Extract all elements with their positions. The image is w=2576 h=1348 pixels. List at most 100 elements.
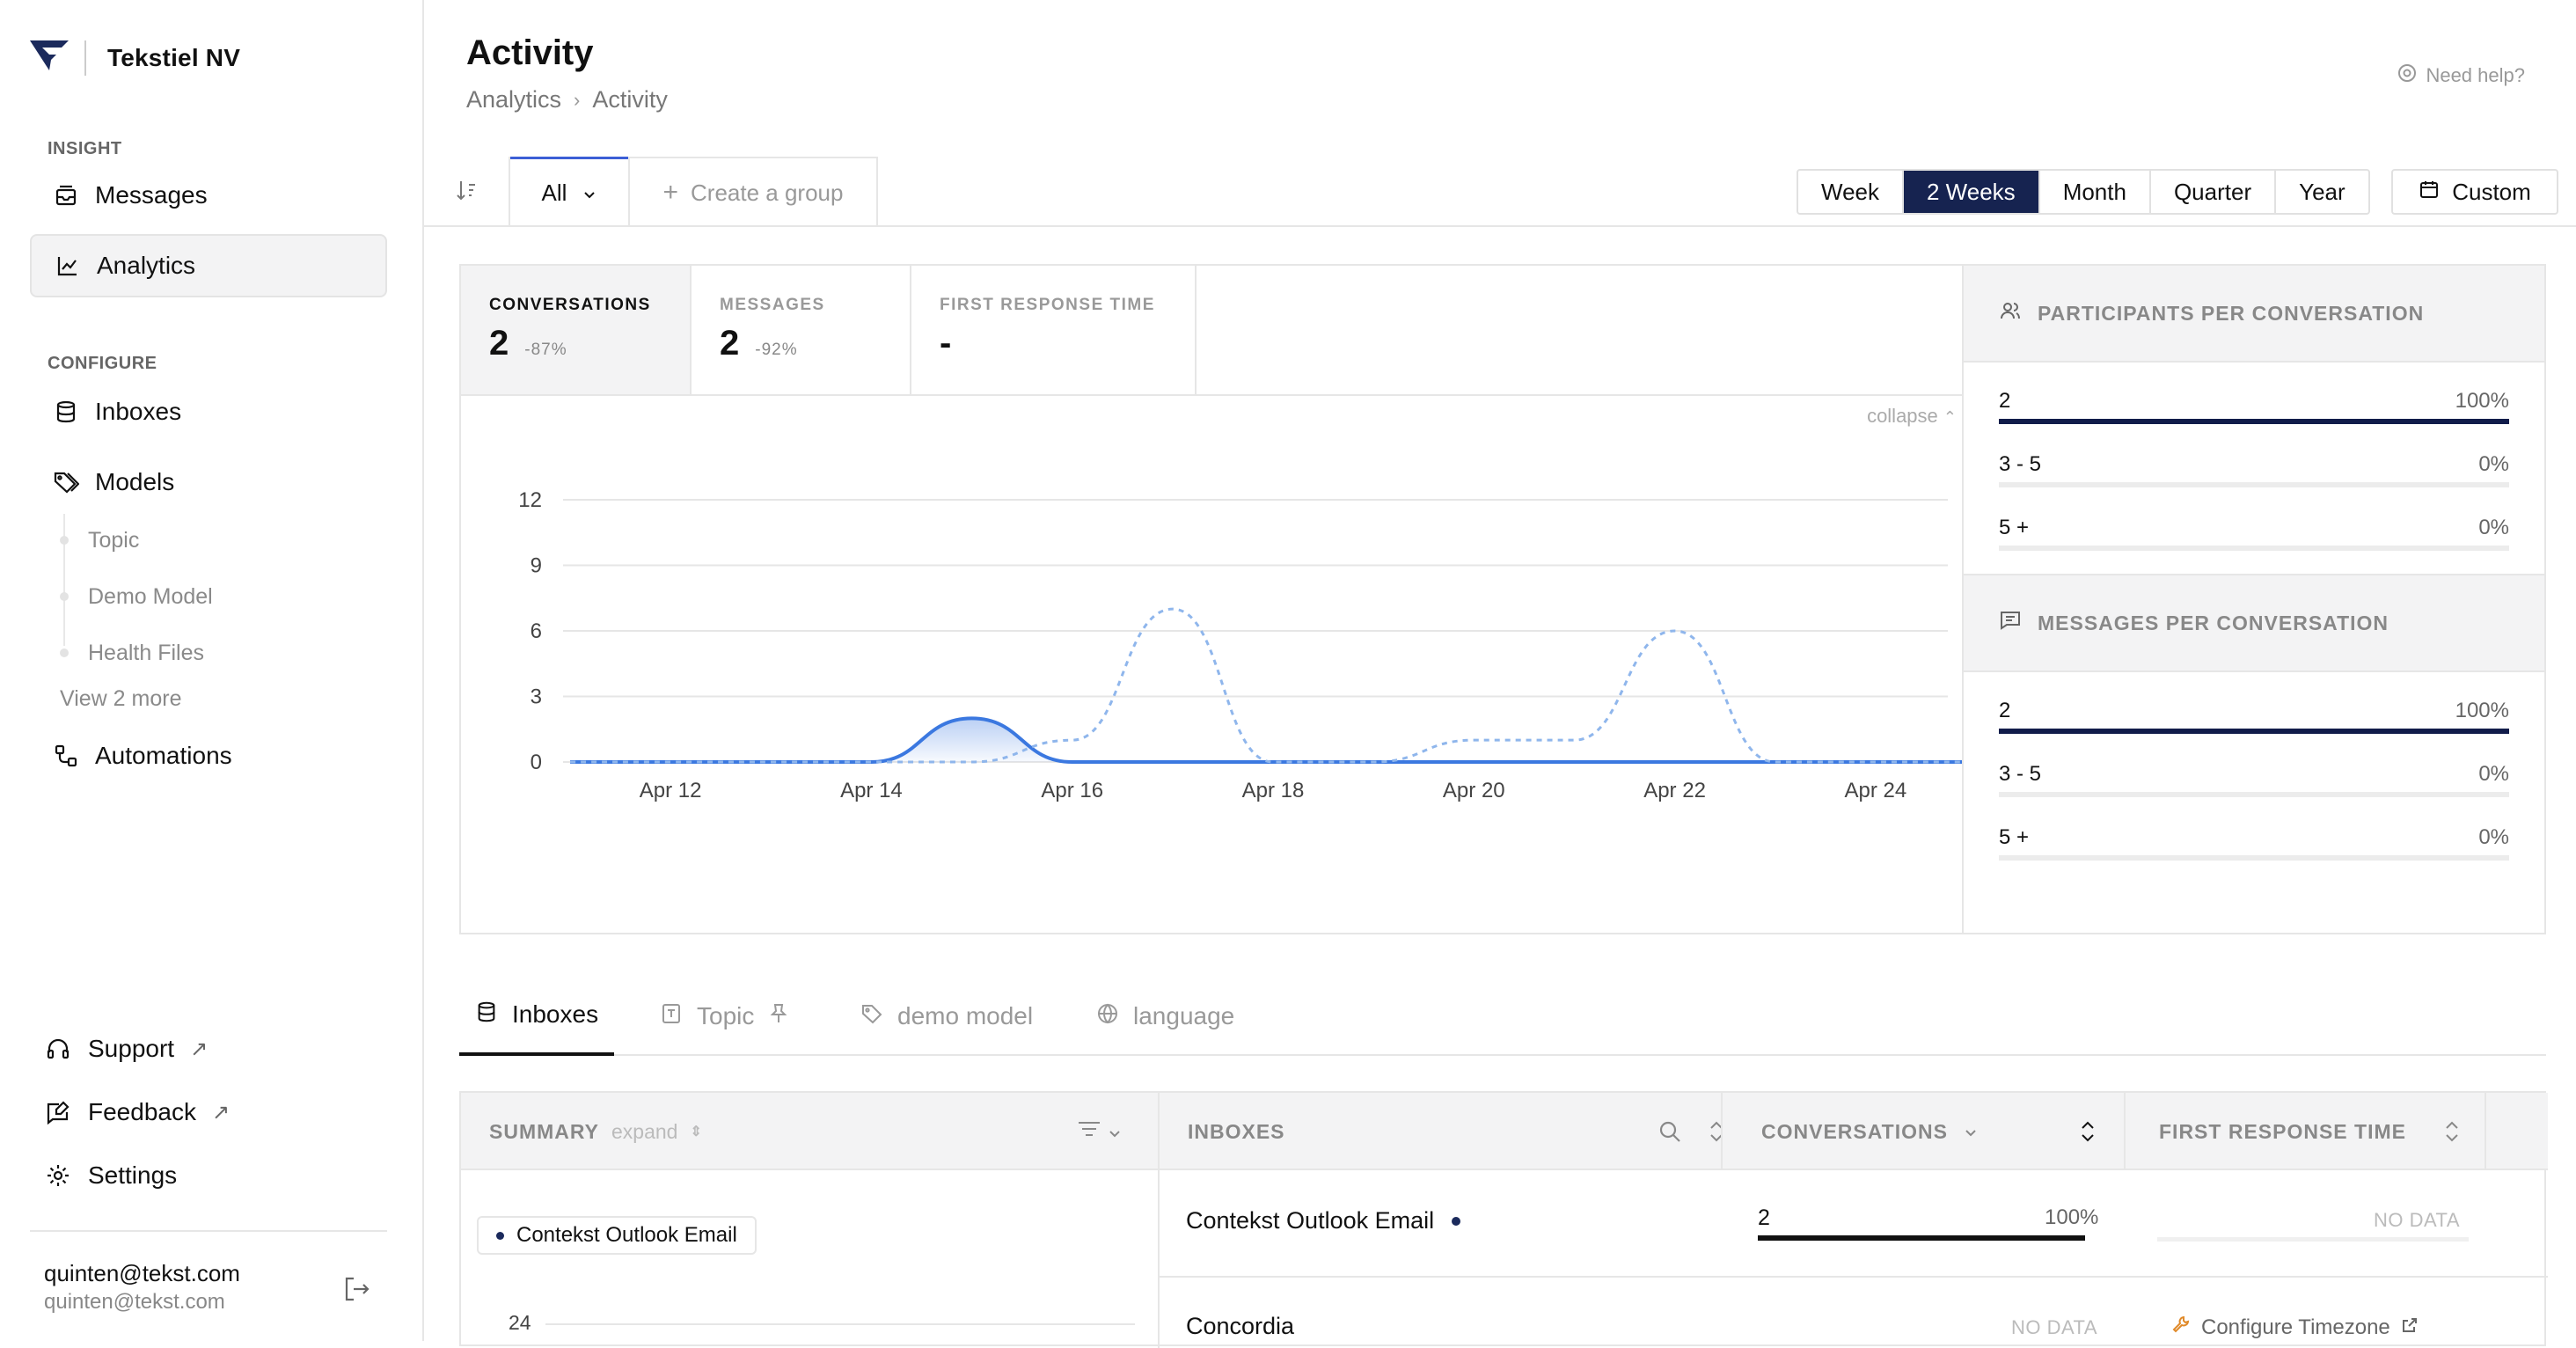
frt-no-data: NO DATA xyxy=(2374,1209,2461,1231)
chevron-down-icon xyxy=(1964,1120,1978,1144)
configure-timezone-link[interactable]: Configure Timezone xyxy=(2171,1315,2419,1340)
messages-per-row: 3 - 5 0% xyxy=(1999,743,2509,806)
org-name: Tekstiel NV xyxy=(107,43,241,71)
metric-delta: -87% xyxy=(524,341,567,359)
row-label: 2 xyxy=(1999,699,2011,722)
progress-track xyxy=(1999,855,2509,861)
row-percent: 100% xyxy=(2455,389,2509,413)
participants-title: PARTICIPANTS PER CONVERSATION xyxy=(2038,301,2425,325)
metric-conversations[interactable]: CONVERSATIONS 2 -87% xyxy=(461,266,692,396)
row-divider xyxy=(1158,1276,2548,1278)
group-filter-label: All xyxy=(541,179,567,206)
activity-chart-card: CONVERSATIONS 2 -87% MESSAGES 2 -92% FIR… xyxy=(459,264,1971,934)
sidebar-item-messages[interactable]: Messages xyxy=(30,164,387,227)
inbox-name[interactable]: Concordia xyxy=(1186,1313,1294,1340)
message-icon xyxy=(1999,609,2022,637)
wrench-icon xyxy=(2171,1315,2191,1340)
create-group-button[interactable]: + Create a group xyxy=(628,157,878,227)
breadcrumb-analytics[interactable]: Analytics xyxy=(466,86,561,114)
database-icon xyxy=(475,1000,498,1029)
tree-dot xyxy=(60,648,69,657)
tab-inboxes[interactable]: Inboxes xyxy=(459,977,615,1056)
conversations-header[interactable]: CONVERSATIONS xyxy=(1761,1093,1978,1170)
breadcrumb-activity: Activity xyxy=(592,86,668,113)
workflow-icon xyxy=(53,743,79,769)
feedback-link[interactable]: Feedback ↗ xyxy=(44,1088,230,1136)
messages-per-panel-header: MESSAGES PER CONVERSATION xyxy=(1964,575,2544,672)
x-tick-label: Apr 22 xyxy=(1643,779,1706,802)
metric-value: 2 xyxy=(720,324,740,363)
help-link[interactable]: Need help? xyxy=(2397,63,2525,88)
support-link[interactable]: Support ↗ xyxy=(44,1025,208,1073)
period-quarter[interactable]: Quarter xyxy=(2151,171,2277,213)
expand-toggle[interactable]: expand xyxy=(611,1120,677,1144)
configure-timezone-label: Configure Timezone xyxy=(2201,1315,2390,1339)
tab-topic[interactable]: Topic xyxy=(660,977,789,1056)
sidebar-item-models[interactable]: Models xyxy=(30,451,387,514)
period-month[interactable]: Month xyxy=(2040,171,2151,213)
plus-icon: + xyxy=(662,178,679,207)
conversations-no-data: NO DATA xyxy=(2011,1316,2098,1338)
summary-legend-chip[interactable]: Contekst Outlook Email xyxy=(477,1216,757,1255)
group-filter-dropdown[interactable]: All xyxy=(510,157,628,227)
tab-demo-model[interactable]: demo model xyxy=(860,977,1033,1056)
view-more-link[interactable]: View 2 more xyxy=(60,686,182,712)
summary-header: SUMMARY expand ⇕ xyxy=(489,1093,703,1170)
bullet-dot xyxy=(496,1231,504,1240)
brand-divider xyxy=(84,40,86,76)
model-item-topic[interactable]: Topic xyxy=(88,528,139,553)
custom-period-button[interactable]: Custom xyxy=(2391,169,2558,215)
sort-icon[interactable] xyxy=(2080,1093,2096,1170)
tab-language[interactable]: language xyxy=(1096,977,1234,1056)
inbox-name: Contekst Outlook Email xyxy=(1186,1207,1435,1234)
table-row[interactable]: Contekst Outlook Email xyxy=(1186,1207,1461,1234)
mini-chart-axis-label: 24 xyxy=(509,1311,531,1334)
logout-icon[interactable] xyxy=(341,1274,373,1306)
metric-first-response-time[interactable]: FIRST RESPONSE TIME - xyxy=(911,266,1197,396)
frt-header[interactable]: FIRST RESPONSE TIME xyxy=(2159,1093,2406,1170)
external-link-icon: ↗ xyxy=(190,1037,209,1061)
period-selector: Week 2 Weeks Month Quarter Year xyxy=(1797,169,2370,215)
period-week[interactable]: Week xyxy=(1798,171,1904,213)
metric-label: FIRST RESPONSE TIME xyxy=(940,296,1155,314)
tab-label: demo model xyxy=(897,1002,1034,1029)
external-link-icon xyxy=(2401,1315,2419,1340)
y-tick-label: 12 xyxy=(518,488,542,512)
model-item-demo-model[interactable]: Demo Model xyxy=(88,584,213,610)
activity-line-chart: 0 3 6 9 12 Apr 12 Apr 14 Apr 16 Apr 18 Apr 20 Apr … xyxy=(518,488,1969,802)
feedback-label: Feedback xyxy=(88,1098,196,1125)
gear-icon xyxy=(44,1161,72,1190)
summary-filter-button[interactable] xyxy=(1077,1093,1121,1170)
column-divider xyxy=(1721,1093,1723,1170)
y-tick-label: 9 xyxy=(531,554,542,578)
status-dot xyxy=(1452,1216,1461,1226)
sidebar-item-analytics[interactable]: Analytics xyxy=(30,234,387,297)
external-link-icon: ↗ xyxy=(211,1100,231,1125)
sidebar-item-automations[interactable]: Automations xyxy=(30,724,387,788)
sort-toggle-icon: ⇕ xyxy=(690,1125,703,1139)
search-icon[interactable] xyxy=(1658,1093,1682,1170)
settings-link[interactable]: Settings xyxy=(44,1152,177,1199)
sidebar-item-inboxes[interactable]: Inboxes xyxy=(30,380,387,443)
tab-label: Inboxes xyxy=(512,1000,599,1028)
metric-messages[interactable]: MESSAGES 2 -92% xyxy=(692,266,911,396)
section-insight: INSIGHT xyxy=(48,139,122,158)
row-label: 3 - 5 xyxy=(1999,762,2042,786)
x-tick-label: Apr 20 xyxy=(1443,779,1505,802)
distribution-panels: PARTICIPANTS PER CONVERSATION 2 100% 3 -… xyxy=(1962,264,2546,934)
main-content: Activity Analytics › Activity Need help?… xyxy=(424,0,2576,1348)
tree-line xyxy=(63,514,65,646)
user-name: quinten@tekst.com xyxy=(44,1260,240,1286)
period-year[interactable]: Year xyxy=(2276,171,2368,213)
period-2-weeks[interactable]: 2 Weeks xyxy=(1904,171,2040,213)
pin-icon xyxy=(768,1002,789,1031)
row-percent: 0% xyxy=(2478,825,2509,849)
sort-button[interactable] xyxy=(424,157,510,227)
column-divider xyxy=(1158,1093,1160,1348)
x-tick-label: Apr 16 xyxy=(1041,779,1103,802)
model-item-health-files[interactable]: Health Files xyxy=(88,641,204,666)
x-tick-label: Apr 14 xyxy=(840,779,903,802)
sort-icon[interactable] xyxy=(2444,1093,2460,1170)
row-percent: 0% xyxy=(2478,452,2509,476)
brand[interactable]: Tekstiel NV xyxy=(30,39,240,77)
